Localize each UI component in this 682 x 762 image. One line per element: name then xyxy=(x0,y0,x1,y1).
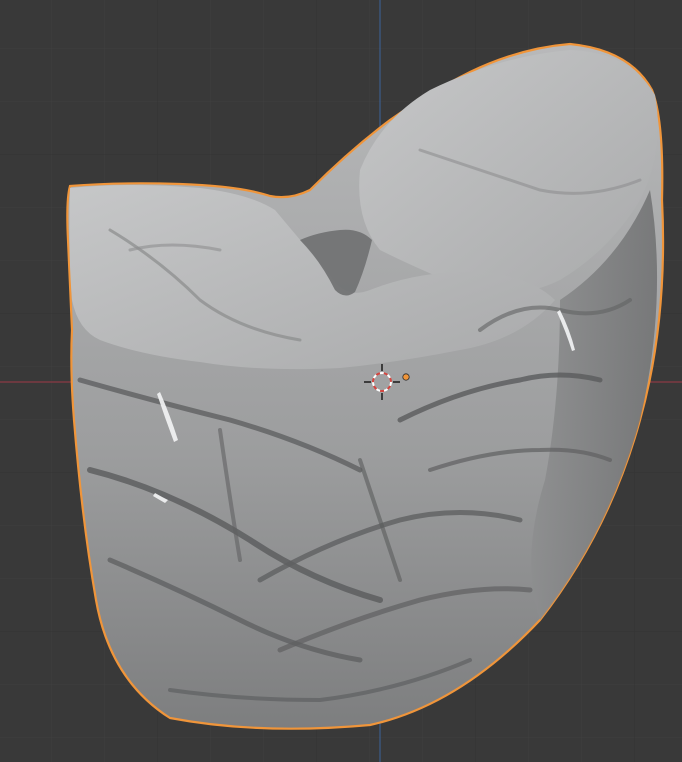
3d-viewport[interactable] xyxy=(0,0,682,762)
viewport-canvas[interactable] xyxy=(0,0,682,762)
origin-dot-icon xyxy=(402,373,410,381)
